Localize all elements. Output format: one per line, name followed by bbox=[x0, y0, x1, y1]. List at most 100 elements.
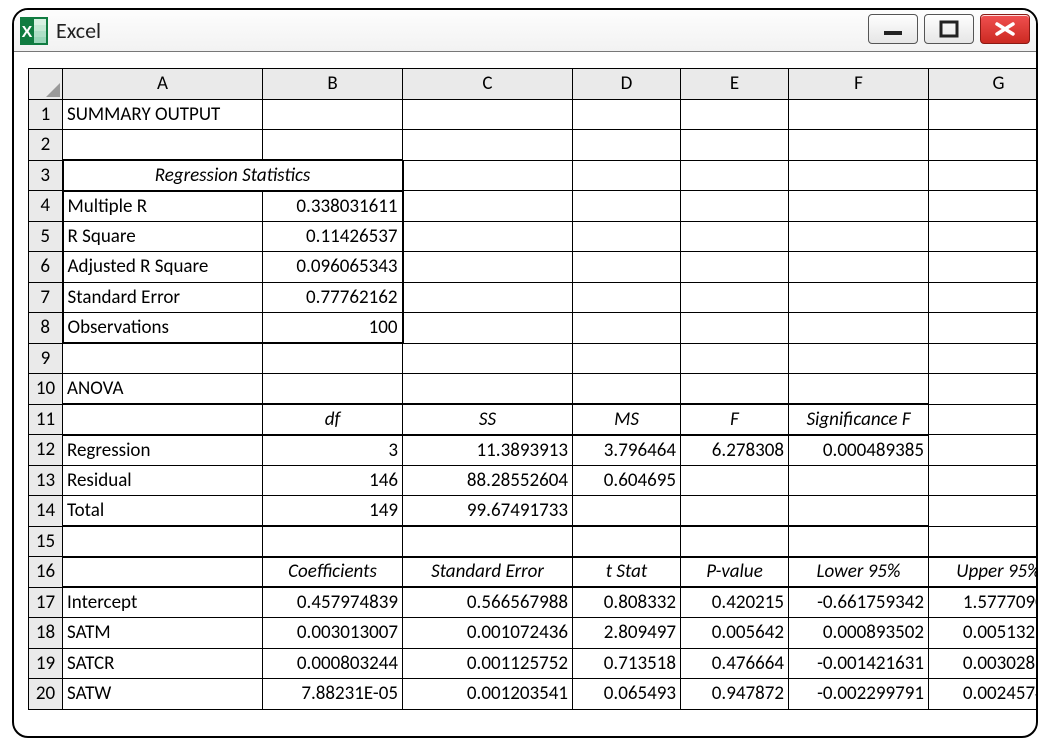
cell-C4[interactable] bbox=[403, 191, 573, 222]
cell-B7[interactable]: 0.77762162 bbox=[263, 282, 403, 313]
cell-C8[interactable] bbox=[403, 313, 573, 344]
cell-F20[interactable]: -0.002299791 bbox=[789, 679, 929, 710]
row-header-4[interactable]: 4 bbox=[29, 191, 63, 222]
cell-F14[interactable] bbox=[789, 496, 929, 527]
cell-E12[interactable]: 6.278308 bbox=[681, 435, 789, 466]
row-header-15[interactable]: 15 bbox=[29, 526, 63, 557]
row-header-13[interactable]: 13 bbox=[29, 465, 63, 496]
cell-C19[interactable]: 0.001125752 bbox=[403, 648, 573, 679]
cell-G20[interactable]: 0.002457437 bbox=[929, 679, 1039, 710]
cell-E3[interactable] bbox=[681, 160, 789, 191]
cell-A8[interactable]: Observations bbox=[63, 313, 263, 344]
row-header-16[interactable]: 16 bbox=[29, 557, 63, 588]
cell-D8[interactable] bbox=[573, 313, 681, 344]
cell-G13[interactable] bbox=[929, 465, 1039, 496]
cell-B8[interactable]: 100 bbox=[263, 313, 403, 344]
cell-A9[interactable] bbox=[63, 343, 263, 374]
cell-D9[interactable] bbox=[573, 343, 681, 374]
cell-F8[interactable] bbox=[789, 313, 929, 344]
cell-A14[interactable]: Total bbox=[63, 496, 263, 527]
cell-G17[interactable]: 1.577709019 bbox=[929, 587, 1039, 618]
cell-E4[interactable] bbox=[681, 191, 789, 222]
cell-F15[interactable] bbox=[789, 526, 929, 557]
cell-A7[interactable]: Standard Error bbox=[63, 282, 263, 313]
cell-A18[interactable]: SATM bbox=[63, 618, 263, 649]
cell-A5[interactable]: R Square bbox=[63, 221, 263, 252]
row-header-19[interactable]: 19 bbox=[29, 648, 63, 679]
cell-D2[interactable] bbox=[573, 130, 681, 161]
cell-E5[interactable] bbox=[681, 221, 789, 252]
col-header-F[interactable]: F bbox=[789, 69, 929, 100]
cell-B9[interactable] bbox=[263, 343, 403, 374]
cell-D13[interactable]: 0.604695 bbox=[573, 465, 681, 496]
cell-F4[interactable] bbox=[789, 191, 929, 222]
cell-G9[interactable] bbox=[929, 343, 1039, 374]
cell-G4[interactable] bbox=[929, 191, 1039, 222]
col-header-G[interactable]: G bbox=[929, 69, 1039, 100]
cell-C12[interactable]: 11.3893913 bbox=[403, 435, 573, 466]
cell-B15[interactable] bbox=[263, 526, 403, 557]
cell-G2[interactable] bbox=[929, 130, 1039, 161]
cell-D19[interactable]: 0.713518 bbox=[573, 648, 681, 679]
cell-D6[interactable] bbox=[573, 252, 681, 283]
cell-D20[interactable]: 0.065493 bbox=[573, 679, 681, 710]
cell-D3[interactable] bbox=[573, 160, 681, 191]
maximize-button[interactable] bbox=[924, 14, 974, 44]
cell-F1[interactable] bbox=[789, 99, 929, 130]
cell-D17[interactable]: 0.808332 bbox=[573, 587, 681, 618]
cell-F13[interactable] bbox=[789, 465, 929, 496]
cell-B6[interactable]: 0.096065343 bbox=[263, 252, 403, 283]
cell-C14[interactable]: 99.67491733 bbox=[403, 496, 573, 527]
cell-A16[interactable] bbox=[63, 557, 263, 588]
cell-E7[interactable] bbox=[681, 282, 789, 313]
cell-D4[interactable] bbox=[573, 191, 681, 222]
cell-B20[interactable]: 7.88231E-05 bbox=[263, 679, 403, 710]
cell-G8[interactable] bbox=[929, 313, 1039, 344]
cell-E15[interactable] bbox=[681, 526, 789, 557]
cell-D16[interactable]: t Stat bbox=[573, 557, 681, 588]
cell-E13[interactable] bbox=[681, 465, 789, 496]
cell-G3[interactable] bbox=[929, 160, 1039, 191]
cell-C20[interactable]: 0.001203541 bbox=[403, 679, 573, 710]
cell-A3B3-regression-statistics-title[interactable]: Regression Statistics bbox=[63, 160, 403, 191]
cell-B13[interactable]: 146 bbox=[263, 465, 403, 496]
col-header-A[interactable]: A bbox=[63, 69, 263, 100]
cell-A1[interactable]: SUMMARY OUTPUT bbox=[63, 99, 263, 130]
cell-F11[interactable]: Significance F bbox=[789, 404, 929, 435]
cell-F6[interactable] bbox=[789, 252, 929, 283]
cell-C17[interactable]: 0.566567988 bbox=[403, 587, 573, 618]
row-header-12[interactable]: 12 bbox=[29, 435, 63, 466]
cell-E14[interactable] bbox=[681, 496, 789, 527]
close-button[interactable] bbox=[980, 14, 1030, 44]
cell-B17[interactable]: 0.457974839 bbox=[263, 587, 403, 618]
cell-F7[interactable] bbox=[789, 282, 929, 313]
cell-A17[interactable]: Intercept bbox=[63, 587, 263, 618]
cell-D11[interactable]: MS bbox=[573, 404, 681, 435]
cell-G11[interactable] bbox=[929, 404, 1039, 435]
select-all-corner[interactable] bbox=[29, 69, 63, 100]
minimize-button[interactable] bbox=[868, 14, 918, 44]
row-header-18[interactable]: 18 bbox=[29, 618, 63, 649]
row-header-9[interactable]: 9 bbox=[29, 343, 63, 374]
cell-B1[interactable] bbox=[263, 99, 403, 130]
cell-C13[interactable]: 88.28552604 bbox=[403, 465, 573, 496]
row-header-6[interactable]: 6 bbox=[29, 252, 63, 283]
cell-C1[interactable] bbox=[403, 99, 573, 130]
cell-E1[interactable] bbox=[681, 99, 789, 130]
cell-C3[interactable] bbox=[403, 160, 573, 191]
cell-E20[interactable]: 0.947872 bbox=[681, 679, 789, 710]
cell-G10[interactable] bbox=[929, 374, 1039, 405]
cell-E2[interactable] bbox=[681, 130, 789, 161]
cell-A15[interactable] bbox=[63, 526, 263, 557]
cell-E9[interactable] bbox=[681, 343, 789, 374]
cell-G6[interactable] bbox=[929, 252, 1039, 283]
cell-C10[interactable] bbox=[403, 374, 573, 405]
cell-C11[interactable]: SS bbox=[403, 404, 573, 435]
cell-G19[interactable]: 0.003028119 bbox=[929, 648, 1039, 679]
col-header-D[interactable]: D bbox=[573, 69, 681, 100]
row-header-7[interactable]: 7 bbox=[29, 282, 63, 313]
cell-G7[interactable] bbox=[929, 282, 1039, 313]
col-header-B[interactable]: B bbox=[263, 69, 403, 100]
cell-G16[interactable]: Upper 95% bbox=[929, 557, 1039, 588]
cell-F16[interactable]: Lower 95% bbox=[789, 557, 929, 588]
